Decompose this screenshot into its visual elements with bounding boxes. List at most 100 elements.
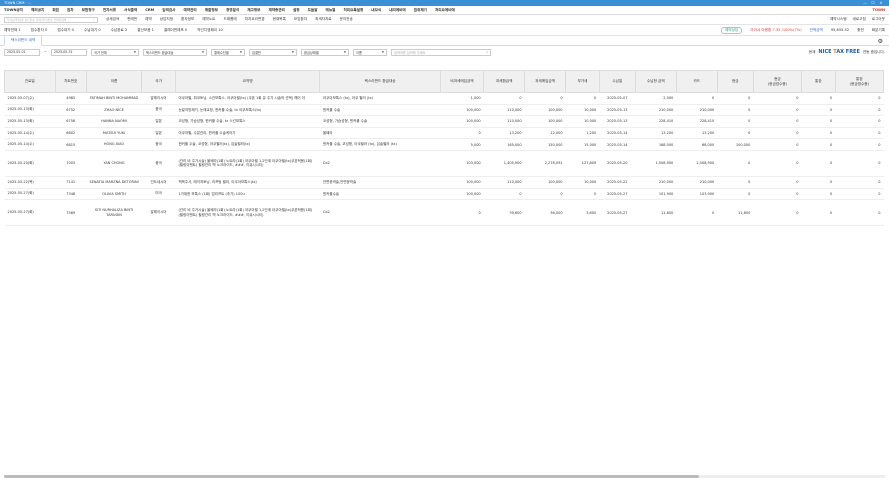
table-row[interactable]: 2025-05-27(화) 7569 SITI NURHALIZA BINTI TA… bbox=[4, 199, 884, 227]
menu-item[interactable]: 예약관리 bbox=[184, 8, 197, 13]
table-cell: 110,000 bbox=[483, 115, 525, 128]
menu-item[interactable]: 메뉴얼 bbox=[326, 8, 336, 13]
column-header[interactable]: 요약명 bbox=[174, 70, 321, 93]
menu-item[interactable]: 회원 bbox=[52, 8, 59, 13]
table-row[interactable]: 2025-05-22(목) 7141 SENATIA MARZNA DETORINI… bbox=[4, 176, 884, 189]
toolbar-right-item[interactable]: 예약시스템 bbox=[830, 17, 847, 22]
status-count[interactable]: 접수환자 0 bbox=[31, 28, 48, 33]
toolbar-item[interactable]: 모임환자 bbox=[294, 17, 307, 22]
close-button[interactable]: ✕ bbox=[877, 1, 885, 5]
menu-item[interactable]: 보험청구 bbox=[82, 8, 95, 13]
status-count[interactable]: 약선디엠패이 10 bbox=[197, 28, 223, 33]
menu-item[interactable]: 처리요에비에 bbox=[435, 8, 455, 13]
keyword-search-input[interactable]: 검색어를 입력해 주세요 ⌕ bbox=[391, 48, 492, 56]
table-cell: 39,600 bbox=[483, 199, 525, 227]
toolbar-item[interactable]: 드래롭레 bbox=[223, 17, 236, 22]
column-header[interactable]: 현금 (현금영수증) bbox=[752, 70, 803, 93]
table-cell: 7348 bbox=[55, 188, 87, 201]
menu-item[interactable]: 매출정보 bbox=[205, 8, 218, 13]
column-header[interactable]: 통장 bbox=[801, 70, 836, 93]
status-count[interactable]: 예약전체 1 bbox=[4, 28, 21, 33]
menu-item[interactable]: TOWN공지 bbox=[4, 8, 23, 13]
table-cell: 1,508,900 bbox=[635, 150, 677, 177]
menu-item[interactable]: 내리에비에 bbox=[389, 8, 406, 13]
refund-status-select[interactable]: 환급상태별 ▼ bbox=[301, 48, 350, 56]
toolbar-item[interactable]: 상담지정 bbox=[160, 17, 173, 22]
minimize-button[interactable]: — bbox=[861, 1, 869, 5]
name-field-select[interactable]: 이름 ▼ bbox=[353, 48, 388, 56]
menu-item[interactable]: 입력검사 bbox=[162, 8, 175, 13]
menu-item[interactable]: 해외공지 bbox=[31, 8, 44, 13]
horizontal-scrollbar[interactable] bbox=[4, 475, 885, 478]
column-header[interactable]: 텍스리펀드 환급대상 bbox=[319, 70, 441, 93]
menu-item[interactable]: 전자서류 bbox=[103, 8, 116, 13]
status-count[interactable]: 접수대기 0 bbox=[57, 28, 74, 33]
charge-button[interactable]: 충전 bbox=[857, 28, 864, 33]
scrollbar-thumb[interactable] bbox=[4, 475, 699, 478]
column-header[interactable]: 차트번호 bbox=[54, 70, 87, 93]
column-header[interactable]: 과세매입금액 bbox=[524, 70, 567, 93]
status-count[interactable]: 클레이먼레포 0 bbox=[164, 28, 187, 33]
patient-search-input[interactable]: 투자(모바일)명, 차트번호, 환자(주민)번호, 연락처검색 ⌕ bbox=[4, 16, 98, 23]
toolbar-item[interactable]: 처치요리변경 bbox=[245, 17, 265, 22]
toolbar-item[interactable]: 예약 bbox=[145, 17, 152, 22]
table-row[interactable]: 2025-05-07(수) 4985 FATIMAH BINTI MOHAMMAD 말… bbox=[4, 92, 884, 105]
search-icon[interactable]: ⌕ bbox=[486, 50, 488, 54]
column-header[interactable]: 카드 bbox=[675, 70, 718, 93]
menu-item[interactable]: 내모식 bbox=[371, 8, 381, 13]
payment-select[interactable]: 결제수단별 ▼ bbox=[211, 48, 246, 56]
column-header[interactable]: 이름 bbox=[85, 70, 143, 93]
menu-item[interactable]: CRM bbox=[145, 8, 154, 12]
column-header[interactable]: 국가 bbox=[141, 70, 176, 93]
column-header[interactable]: 비과세매입금액 bbox=[439, 70, 485, 93]
toolbar-item[interactable]: 현재목록 bbox=[273, 17, 286, 22]
toolbar-item[interactable]: 최세자치료 bbox=[315, 17, 332, 22]
table-cell: 올페라 bbox=[319, 127, 441, 140]
column-header[interactable]: 수납일 bbox=[598, 70, 636, 93]
table-cell: FATIMAH BINTI MOHAMMAD bbox=[86, 92, 142, 105]
menu-item[interactable]: 원차 bbox=[67, 8, 74, 13]
menu-item[interactable]: 재약총관리 bbox=[268, 8, 285, 13]
toolbar-item[interactable]: 상세검색 bbox=[106, 17, 119, 22]
column-header[interactable]: 부가세 bbox=[565, 70, 600, 93]
menu-item[interactable]: 경영분석 bbox=[226, 8, 239, 13]
column-header[interactable]: 통장 (현금영수증) bbox=[834, 70, 885, 93]
reservation-consult-button[interactable]: 예약상담 bbox=[721, 26, 743, 34]
status-count[interactable]: 수납대기 0 bbox=[84, 28, 101, 33]
table-cell: 11,800 bbox=[635, 199, 677, 227]
country-select[interactable]: 국가 전체 ▼ bbox=[91, 48, 140, 56]
column-header[interactable]: 과세환급액 bbox=[483, 70, 526, 93]
toolbar-item[interactable]: 판매번 bbox=[127, 17, 137, 22]
gear-icon[interactable]: ⚙ bbox=[878, 38, 883, 45]
toolbar-right-item[interactable]: 로그아웃 bbox=[872, 17, 885, 22]
menu-item[interactable]: 도움말 bbox=[308, 8, 318, 13]
table-row[interactable]: 2025-05-27(화) 7348 OLIVIA SMITH 미국 1가위한 보톡스 … bbox=[4, 188, 884, 201]
toolbar-right-item[interactable]: 새로고침 bbox=[853, 17, 866, 22]
table-row[interactable]: 2025-05-20(화) 7003 YAN CHONG 중국 (관리 비 주가시술) … bbox=[4, 150, 884, 177]
date-from-input[interactable]: 2025-05-01 bbox=[4, 48, 40, 56]
menu-item[interactable]: 재고정보 bbox=[247, 8, 260, 13]
column-header[interactable]: 진료일 bbox=[4, 70, 56, 93]
tab-taxrefund[interactable]: 텍스리펀드 내역 bbox=[4, 35, 43, 46]
table-row[interactable]: 2025-05-13(화) 6752 ZHAO NICE 중국 눈밑지방제거, 눈매교정… bbox=[4, 104, 884, 117]
search-icon[interactable]: ⌕ bbox=[94, 18, 95, 21]
history-button[interactable]: 화분기록 bbox=[872, 28, 885, 33]
maximize-button[interactable]: ☐ bbox=[869, 1, 877, 5]
column-header[interactable]: 현금 bbox=[716, 70, 754, 93]
toolbar-item[interactable]: 예약노트 bbox=[202, 17, 215, 22]
menu-item[interactable]: 서식출력 bbox=[124, 8, 137, 13]
table-row[interactable]: 2025-05-13(화) 6758 HANNA NAOMI 일본 코성형, 가슴성형,… bbox=[4, 115, 884, 128]
menu-item[interactable]: 원취제기 bbox=[414, 8, 427, 13]
menu-item[interactable]: 처리요특설정 bbox=[343, 8, 363, 13]
toolbar-item[interactable]: 문자전송 bbox=[340, 17, 353, 22]
refund-target-select[interactable]: 텍스리펀드 환급대상 ▼ bbox=[143, 48, 208, 56]
table-row[interactable]: 2025-05-14(수) 6802 MATSUI YUKI 일본 아쿠아필, 수분관리… bbox=[4, 127, 884, 140]
entry-select[interactable]: 입결반 ▼ bbox=[249, 48, 298, 56]
column-header[interactable]: 수납한 금액 bbox=[634, 70, 677, 93]
table-row[interactable]: 2025-05-14(수) 6815 HONG XIAO 중국 윈커플 수술, 코성형,… bbox=[4, 138, 884, 151]
status-count[interactable]: 결산모음 1 bbox=[137, 28, 154, 33]
toolbar-item[interactable]: 환자정보 bbox=[181, 17, 194, 22]
status-count[interactable]: 수납완료 2 bbox=[111, 28, 128, 33]
menu-item[interactable]: 설정 bbox=[293, 8, 300, 13]
date-to-input[interactable]: 2025-05-31 bbox=[51, 48, 88, 56]
